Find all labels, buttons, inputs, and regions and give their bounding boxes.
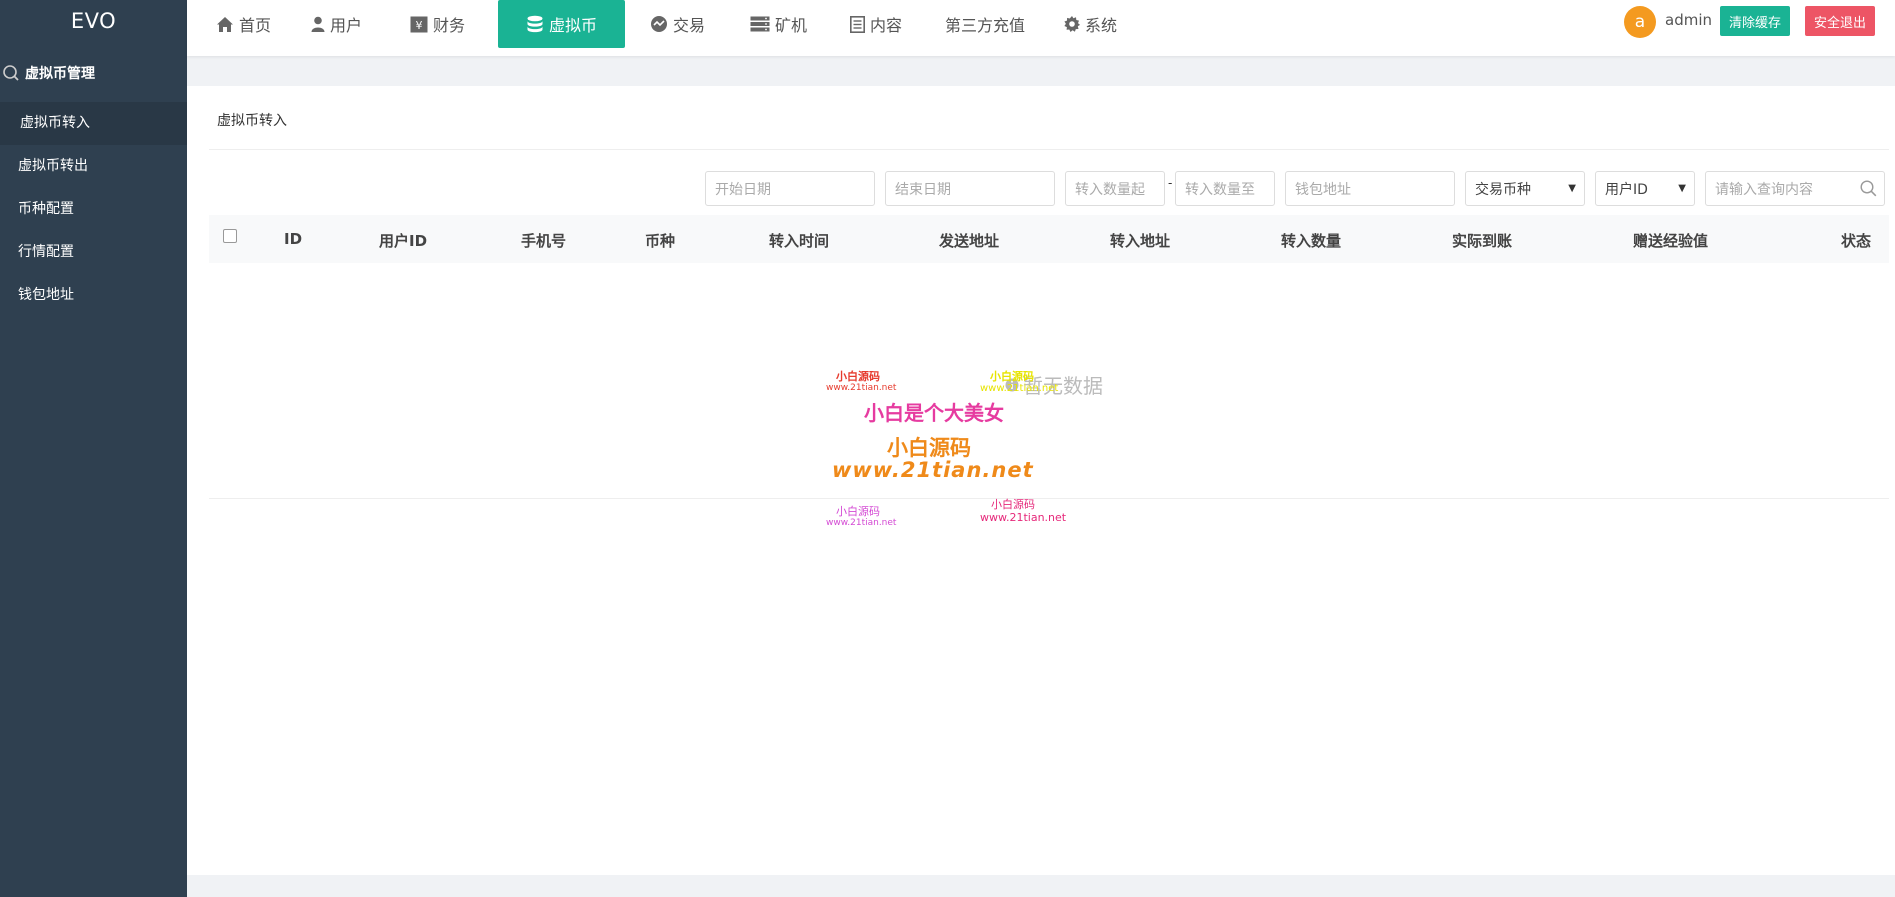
sidebar-item-coin-config[interactable]: 币种配置 (0, 188, 187, 231)
nav-trade-label: 交易 (673, 16, 706, 35)
nav-third-party-recharge[interactable]: 第三方充值 (945, 0, 1025, 48)
document-icon (850, 15, 865, 33)
nav-miner-label: 矿机 (775, 16, 808, 35)
nav-system-label: 系统 (1085, 16, 1118, 35)
sidebar-item-coin-out[interactable]: 虚拟币转出 (0, 145, 187, 188)
sidebar-item-wallet-address[interactable]: 钱包地址 (0, 274, 187, 317)
logo: EVO (70, 9, 117, 33)
svg-text:¥: ¥ (416, 19, 423, 32)
watermark-small-4-url: www.21tian.net (980, 511, 1067, 524)
divider (209, 149, 1889, 150)
page-title: 虚拟币转入 (217, 113, 287, 129)
col-bonus-exp[interactable]: 赠送经验值 (1633, 230, 1708, 251)
nav-virtual-coin[interactable]: 虚拟币 (498, 0, 625, 48)
finance-icon: ¥ (410, 16, 428, 33)
logout-button[interactable]: 安全退出 (1805, 6, 1876, 36)
watermark-small-3-url: www.21tian.net (826, 518, 897, 528)
watermark-small-4: 小白源码 (991, 498, 1035, 511)
user-icon (311, 16, 325, 32)
top-navbar: 首页 用户 ¥ 财务 虚拟币 交易 矿机 内容 第三方充值 系统 a admin… (187, 0, 1895, 56)
amount-to-input[interactable]: 转入数量至 (1175, 171, 1275, 206)
nav-miner[interactable]: 矿机 (750, 0, 807, 48)
watermark-big-url: www.21tian.net (832, 458, 1034, 482)
sidebar-group-header[interactable]: 虚拟币管理 (0, 44, 187, 102)
col-user-id[interactable]: 用户ID (379, 230, 427, 251)
coin-select-value: 交易币种 (1475, 181, 1531, 198)
nav-third-party-recharge-label: 第三方充值 (945, 16, 1026, 35)
avatar[interactable]: a (1624, 6, 1656, 38)
col-send-address[interactable]: 发送地址 (939, 230, 999, 251)
watermark-big-line: 小白是个大美女 (864, 401, 1004, 425)
nav-finance-label: 财务 (433, 16, 466, 35)
end-date-input[interactable]: 结束日期 (885, 171, 1055, 206)
caret-down-icon: ▼ (1568, 183, 1576, 194)
col-amount[interactable]: 转入数量 (1281, 230, 1341, 251)
select-all-checkbox[interactable] (223, 229, 237, 243)
search-input[interactable]: 请输入查询内容 (1705, 171, 1885, 206)
watermark-small-3: 小白源码 (836, 505, 880, 518)
nav-user-label: 用户 (330, 16, 363, 35)
content-panel: 虚拟币转入 开始日期 结束日期 转入数量起 - 转入数量至 钱包地址 交易币种 … (187, 86, 1895, 875)
watermark-small-2-url: www.21tian.net (980, 383, 1059, 394)
wallet-address-input[interactable]: 钱包地址 (1285, 171, 1455, 206)
col-phone[interactable]: 手机号 (521, 230, 566, 251)
nav-finance[interactable]: ¥ 财务 (410, 0, 465, 48)
nav-trade[interactable]: 交易 (650, 0, 705, 48)
col-coin[interactable]: 币种 (645, 230, 675, 251)
start-date-input[interactable]: 开始日期 (705, 171, 875, 206)
range-dash: - (1168, 176, 1173, 190)
sidebar: EVO 虚拟币管理 虚拟币转入 虚拟币转出 币种配置 行情配置 钱包地址 (0, 0, 187, 897)
clear-cache-button[interactable]: 清除缓存 (1720, 6, 1791, 36)
admin-username[interactable]: admin (1665, 11, 1712, 29)
search-placeholder: 请输入查询内容 (1715, 181, 1813, 198)
table-header: ID 用户ID 手机号 币种 转入时间 发送地址 转入地址 转入数量 实际到账 … (209, 215, 1889, 263)
col-receive-address[interactable]: 转入地址 (1110, 230, 1170, 251)
caret-down-icon: ▼ (1678, 183, 1686, 194)
table-bottom-divider (209, 498, 1889, 499)
server-icon (750, 16, 770, 32)
database-icon (526, 15, 544, 33)
sidebar-item-market-config[interactable]: 行情配置 (0, 231, 187, 274)
home-icon (216, 16, 234, 33)
nav-home-label: 首页 (239, 16, 272, 35)
nav-home[interactable]: 首页 (216, 0, 271, 48)
amount-from-input[interactable]: 转入数量起 (1065, 171, 1165, 206)
search-icon[interactable] (1860, 180, 1877, 201)
gear-icon (1064, 16, 1080, 32)
search-icon (2, 64, 20, 82)
col-actual[interactable]: 实际到账 (1452, 230, 1512, 251)
watermark-small-1: 小白源码 (836, 370, 880, 383)
sidebar-group-label: 虚拟币管理 (25, 66, 95, 82)
nav-system[interactable]: 系统 (1064, 0, 1117, 48)
field-select[interactable]: 用户ID ▼ (1595, 171, 1695, 206)
nav-user[interactable]: 用户 (311, 0, 362, 48)
watermark-small-1-url: www.21tian.net (826, 383, 897, 393)
col-time[interactable]: 转入时间 (769, 230, 829, 251)
watermark-small-2: 小白源码 (990, 370, 1034, 383)
nav-virtual-coin-label: 虚拟币 (548, 16, 597, 35)
col-status[interactable]: 状态 (1841, 230, 1871, 251)
sidebar-item-coin-in[interactable]: 虚拟币转入 (0, 102, 187, 145)
col-id[interactable]: ID (284, 230, 302, 248)
nav-content[interactable]: 内容 (850, 0, 902, 48)
coin-select[interactable]: 交易币种 ▼ (1465, 171, 1585, 206)
field-select-value: 用户ID (1605, 181, 1648, 198)
nav-content-label: 内容 (870, 16, 903, 35)
exchange-icon (650, 15, 668, 33)
footer-strip (187, 875, 1895, 897)
